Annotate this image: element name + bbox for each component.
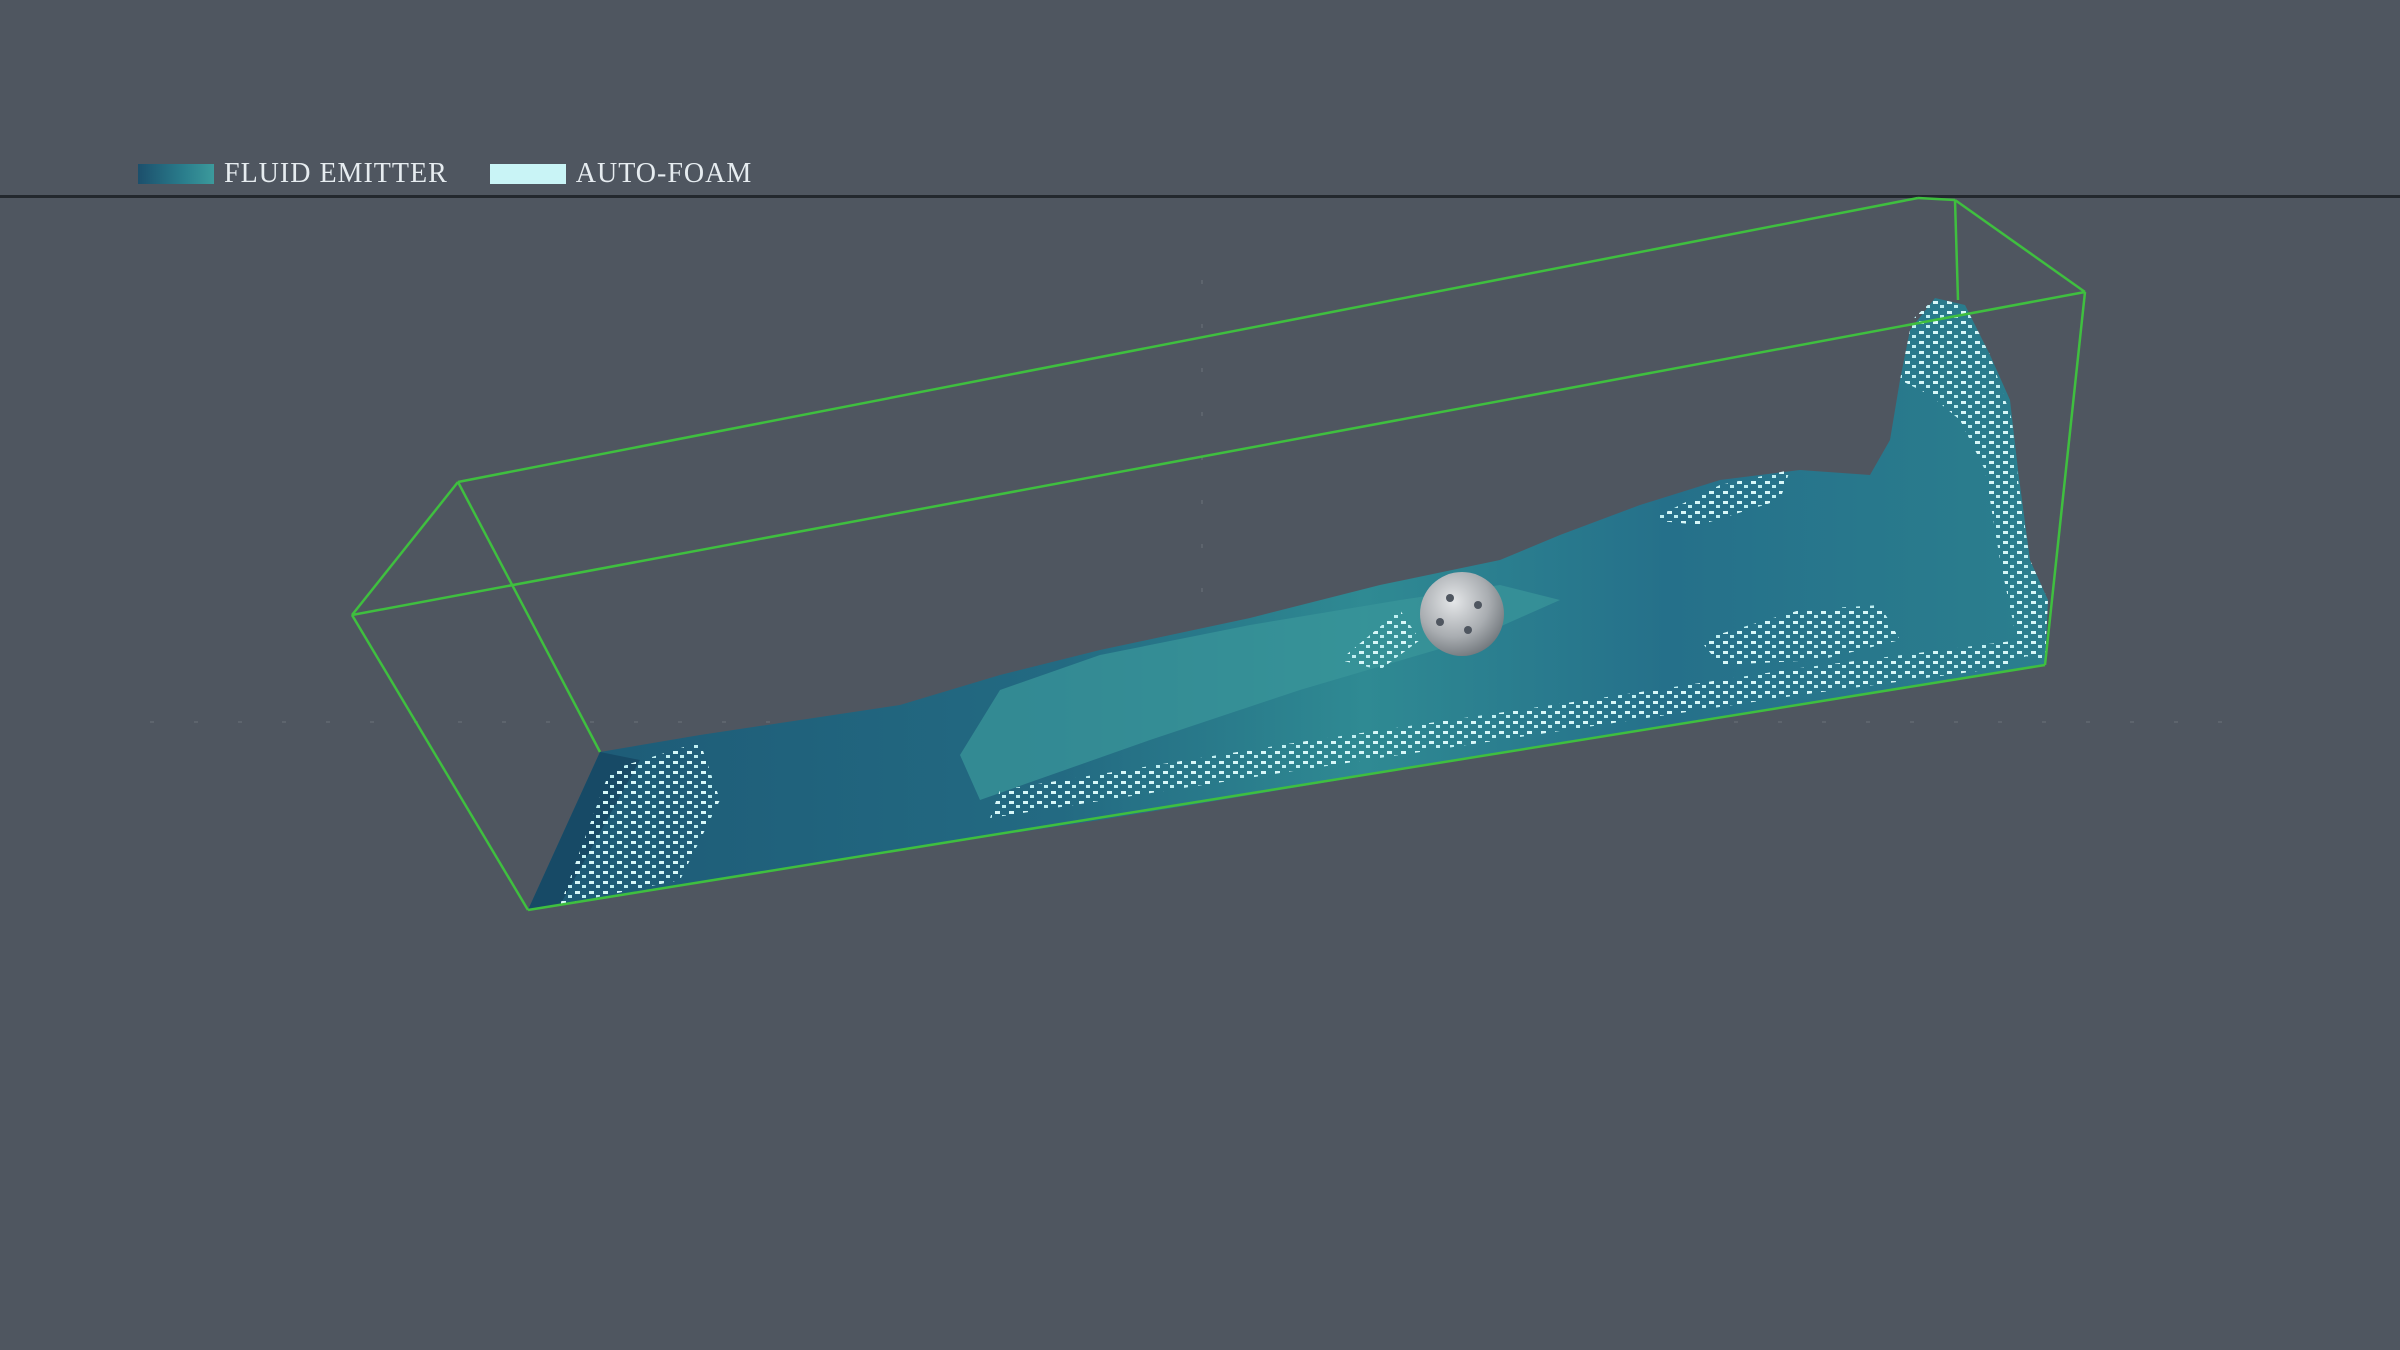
collider-sphere	[1420, 572, 1504, 656]
fluid-body	[528, 298, 2048, 910]
3d-viewport[interactable]: FLUID EMITTER AUTO-FOAM	[0, 0, 2400, 1350]
simulation-scene[interactable]	[0, 0, 2400, 1350]
